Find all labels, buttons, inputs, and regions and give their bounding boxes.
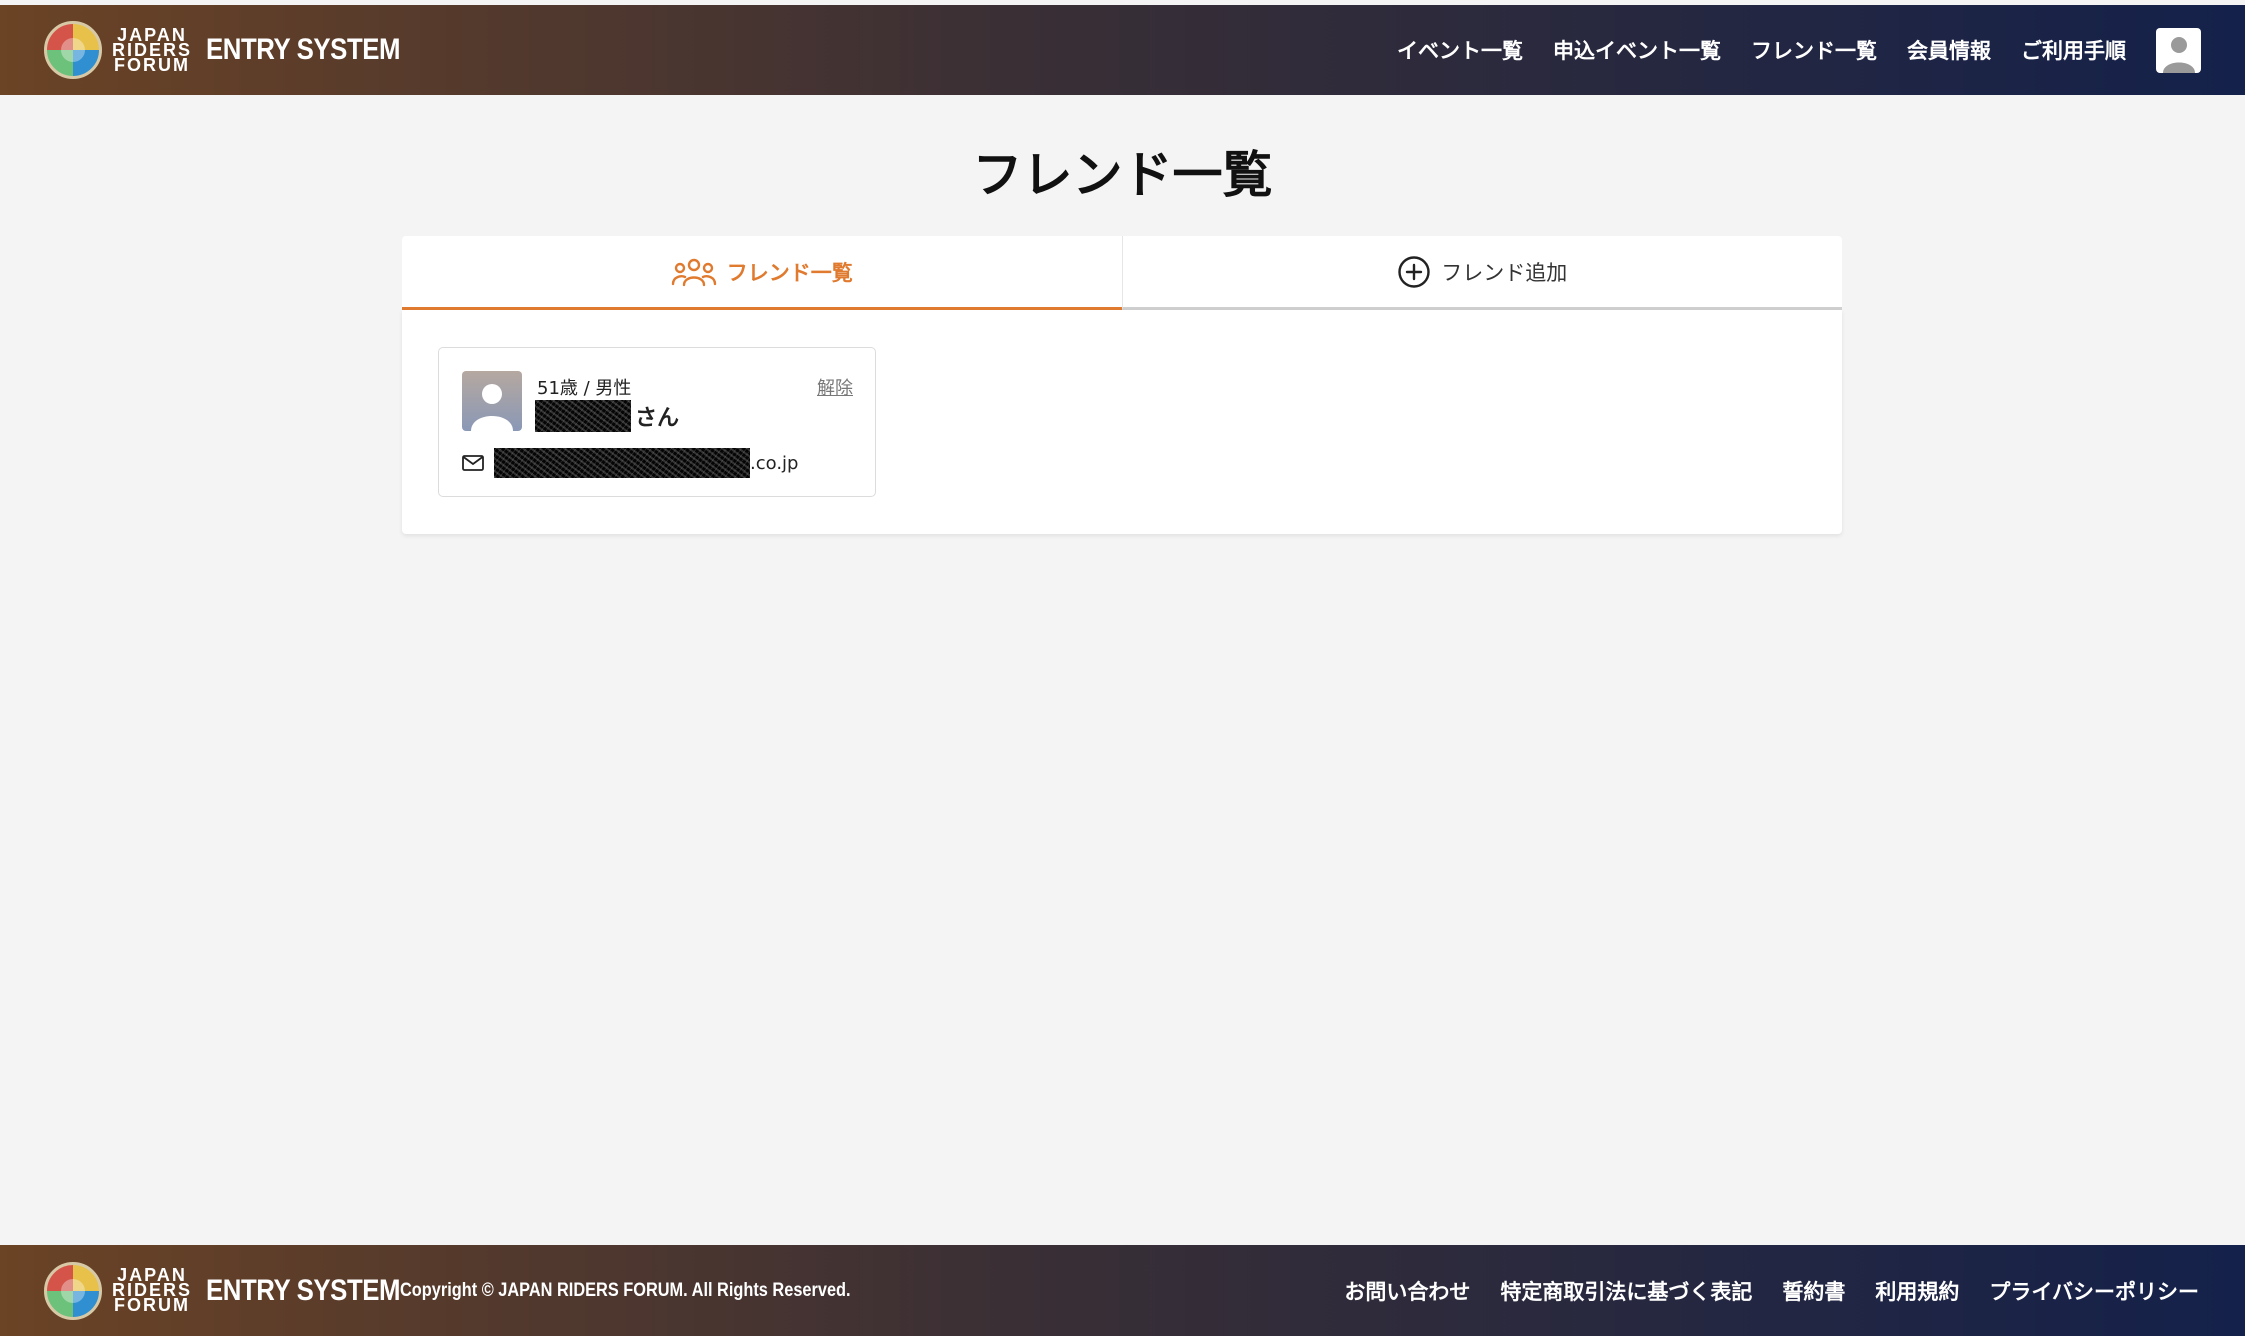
friend-name: さん bbox=[535, 400, 679, 432]
footer-link-terms[interactable]: 利用規約 bbox=[1875, 1276, 1959, 1306]
nav-item-friends[interactable]: フレンド一覧 bbox=[1751, 35, 1877, 65]
tab-label: フレンド追加 bbox=[1441, 260, 1568, 285]
friend-age-gender: 51歳 / 男性 bbox=[537, 378, 632, 399]
header-logo[interactable]: JAPAN RIDERS FORUM ENTRY SYSTEM bbox=[44, 21, 432, 79]
main-nav: イベント一覧 申込イベント一覧 フレンド一覧 会員情報 ご利用手順 bbox=[1367, 5, 2201, 95]
friend-tabs: フレンド一覧 フレンド追加 bbox=[402, 236, 1842, 310]
nav-item-member-info[interactable]: 会員情報 bbox=[1907, 35, 1991, 65]
nav-item-applied-events[interactable]: 申込イベント一覧 bbox=[1553, 35, 1721, 65]
user-avatar-button[interactable] bbox=[2156, 27, 2201, 73]
footer-logo[interactable]: JAPAN RIDERS FORUM ENTRY SYSTEM bbox=[44, 1261, 432, 1320]
site-footer: JAPAN RIDERS FORUM ENTRY SYSTEM Copyrigh… bbox=[0, 1245, 2245, 1336]
logo-wordmark: JAPAN RIDERS FORUM bbox=[112, 26, 192, 75]
friend-email: .co.jp bbox=[462, 448, 798, 478]
mail-icon bbox=[462, 455, 484, 471]
footer-link-pledge[interactable]: 誓約書 bbox=[1782, 1276, 1845, 1306]
logo-emblem-icon bbox=[44, 1261, 102, 1320]
logo-wordmark: JAPAN RIDERS FORUM bbox=[112, 1266, 192, 1315]
page-title: フレンド一覧 bbox=[972, 146, 1273, 204]
tab-label: フレンド一覧 bbox=[726, 260, 853, 285]
redacted-name bbox=[535, 400, 631, 432]
nav-item-guide[interactable]: ご利用手順 bbox=[2021, 35, 2126, 65]
person-silhouette-icon bbox=[471, 384, 513, 431]
plus-circle-icon bbox=[1397, 255, 1431, 289]
logo-emblem-icon bbox=[44, 21, 102, 79]
tab-add-friend[interactable]: フレンド追加 bbox=[1121, 236, 1842, 310]
site-header: JAPAN RIDERS FORUM ENTRY SYSTEM イベント一覧 申… bbox=[0, 5, 2245, 95]
footer-link-commerce-law[interactable]: 特定商取引法に基づく表記 bbox=[1500, 1276, 1752, 1306]
footer-link-contact[interactable]: お問い合わせ bbox=[1344, 1276, 1470, 1306]
email-suffix: .co.jp bbox=[750, 452, 799, 474]
friend-avatar bbox=[462, 371, 522, 431]
user-avatar-icon bbox=[2162, 36, 2195, 73]
nav-item-events[interactable]: イベント一覧 bbox=[1397, 35, 1523, 65]
remove-friend-link[interactable]: 解除 bbox=[817, 374, 853, 400]
logo-system-name: ENTRY SYSTEM bbox=[206, 1273, 401, 1307]
name-suffix: さん bbox=[635, 406, 680, 431]
redacted-email bbox=[494, 448, 750, 478]
friend-list-panel: 51歳 / 男性 解除 さん .co.jp bbox=[402, 310, 1842, 534]
copyright-text: Copyright © JAPAN RIDERS FORUM. All Righ… bbox=[400, 1279, 851, 1301]
footer-links: お問い合わせ 特定商取引法に基づく表記 誓約書 利用規約 プライバシーポリシー bbox=[1314, 1276, 2199, 1306]
footer-link-privacy[interactable]: プライバシーポリシー bbox=[1989, 1276, 2199, 1306]
logo-system-name: ENTRY SYSTEM bbox=[206, 33, 401, 66]
users-icon bbox=[671, 257, 717, 287]
logo-line: FORUM bbox=[114, 1295, 190, 1315]
friend-card: 51歳 / 男性 解除 さん .co.jp bbox=[438, 347, 876, 497]
tab-friend-list[interactable]: フレンド一覧 bbox=[402, 236, 1122, 310]
logo-line: FORUM bbox=[114, 54, 190, 75]
